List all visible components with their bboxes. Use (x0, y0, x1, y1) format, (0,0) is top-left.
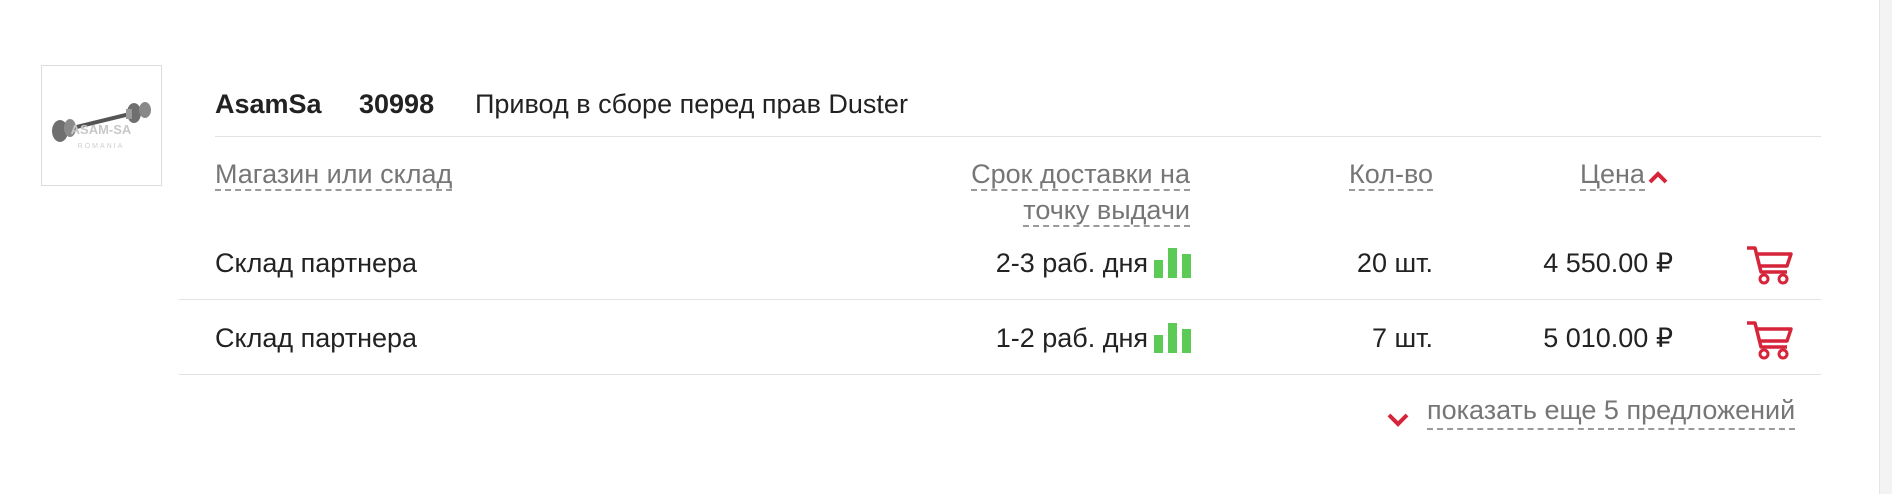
chevron-up-icon[interactable] (1647, 158, 1669, 194)
column-header-qty-label[interactable]: Кол-во (1349, 159, 1433, 191)
thumbnail-sub: ROMANIA (78, 143, 125, 150)
cart-icon[interactable] (1745, 318, 1795, 360)
column-header-delivery[interactable]: Срок доставки на точку выдачи (900, 156, 1190, 228)
cart-icon[interactable] (1745, 243, 1795, 285)
column-header-price[interactable]: Цена (1580, 156, 1669, 194)
row-divider (179, 299, 1821, 300)
column-header-delivery-line1[interactable]: Срок доставки на (971, 159, 1190, 191)
product-title: Привод в сборе перед прав Duster (475, 89, 908, 119)
offer-price: 5 010.00 ₽ (1543, 323, 1673, 353)
offer-delivery: 1-2 раб. дня (995, 323, 1148, 353)
signal-bars-icon (1154, 248, 1192, 278)
thumbnail-logo: ASAM-SA (71, 122, 132, 137)
offer-delivery: 2-3 раб. дня (995, 248, 1148, 278)
drive-shaft-image: ASAM-SA ROMANIA (52, 102, 151, 150)
signal-bars-icon (1154, 323, 1192, 353)
show-more-label[interactable]: показать еще 5 предложений (1427, 392, 1796, 430)
column-header-qty[interactable]: Кол-во (1300, 156, 1433, 192)
article-number[interactable]: 30998 (359, 84, 434, 124)
column-header-delivery-line2[interactable]: точку выдачи (1023, 195, 1190, 227)
header-divider (215, 136, 1821, 137)
offer-price: 4 550.00 ₽ (1543, 248, 1673, 278)
chevron-down-icon[interactable] (1386, 400, 1410, 440)
column-header-price-label[interactable]: Цена (1580, 159, 1645, 191)
offer-store: Склад партнера (215, 323, 418, 353)
column-header-store[interactable]: Магазин или склад (215, 156, 453, 192)
row-divider (179, 374, 1821, 375)
offer-store: Склад партнера (215, 248, 418, 278)
brand-name[interactable]: AsamSa (215, 84, 322, 124)
product-thumbnail[interactable]: ASAM-SA ROMANIA (41, 65, 162, 186)
column-header-store-label[interactable]: Магазин или склад (215, 159, 453, 191)
offer-qty: 20 шт. (1356, 248, 1433, 278)
scrollbar-track[interactable] (1879, 0, 1892, 494)
offer-qty: 7 шт. (1371, 323, 1433, 353)
